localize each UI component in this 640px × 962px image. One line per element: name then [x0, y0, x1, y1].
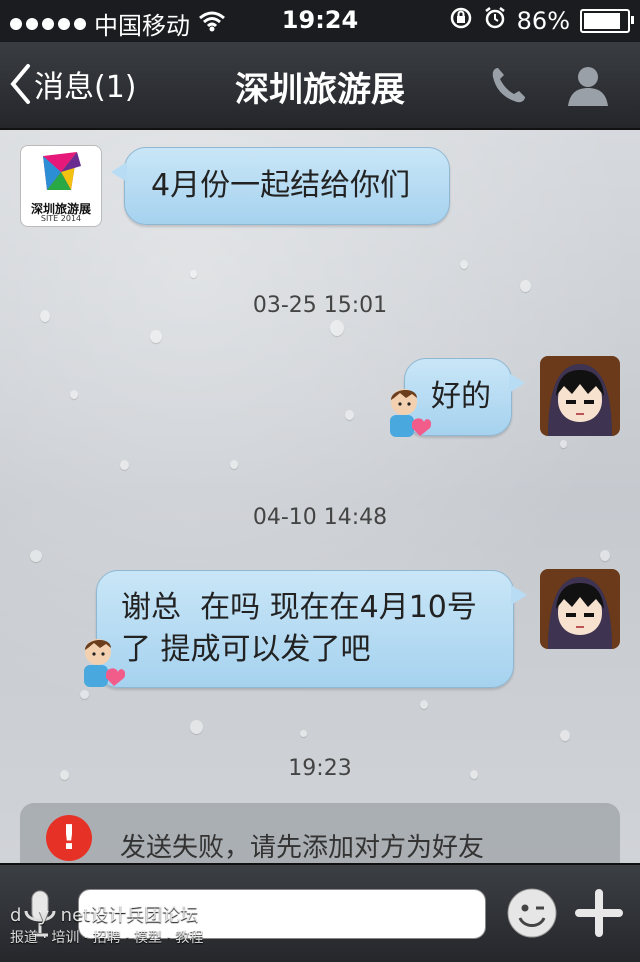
logo-icon: [43, 152, 81, 190]
phone-icon[interactable]: [488, 64, 528, 110]
back-button[interactable]: 消息(1): [8, 62, 137, 106]
battery-icon: [580, 9, 634, 33]
anime-avatar-icon: [540, 356, 620, 436]
status-right: 86%: [449, 6, 634, 36]
boy-sticker-icon: [382, 384, 432, 440]
timestamp: 03-25 15:01: [252, 293, 388, 318]
my-avatar[interactable]: [540, 356, 620, 436]
plus-icon[interactable]: [574, 887, 624, 943]
timestamp: 19:23: [288, 756, 352, 781]
boy-sticker-icon: [76, 634, 126, 690]
anime-avatar-icon: [540, 569, 620, 649]
watermark-line1: d y net设计兵团论坛: [10, 905, 199, 926]
message-text: 4月份一起结给你们: [151, 168, 411, 203]
chevron-left-icon: [8, 62, 32, 106]
send-failed-text: 发送失败，请先添加对方为好友: [120, 833, 485, 863]
chat-area[interactable]: 深圳旅游展 SITE 2014 4月份一起结给你们 03-25 15:01 好的: [0, 130, 640, 863]
back-label: 消息(1): [34, 70, 137, 105]
alarm-icon: [483, 6, 507, 36]
message-bubble-outgoing[interactable]: 谢总 在吗 现在在4月10号 了 提成可以发了吧: [96, 570, 527, 688]
contact-avatar-sub: SITE 2014: [40, 214, 82, 223]
send-failed-notice: ! 发送失败，请先添加对方为好友: [20, 803, 620, 863]
contact-avatar[interactable]: 深圳旅游展 SITE 2014: [20, 145, 102, 227]
message-text-line2: 了 提成可以发了吧: [121, 632, 371, 667]
rotation-lock-icon: [449, 6, 473, 36]
status-bar: 中国移动 19:24 86%: [0, 0, 640, 42]
message-text: 好的: [431, 379, 491, 414]
nav-bar: 消息(1) 深圳旅游展: [0, 42, 640, 130]
profile-icon[interactable]: [566, 64, 610, 110]
message-bubble-incoming[interactable]: 4月份一起结给你们: [111, 147, 450, 225]
watermark-line2: 报道 · 培训 · 招聘 · 模型 · 教程: [10, 930, 204, 946]
battery-percent: 86%: [516, 7, 570, 35]
timestamp: 04-10 14:48: [252, 505, 388, 530]
error-icon: !: [46, 815, 92, 861]
watermark: d y net设计兵团论坛 报道 · 培训 · 招聘 · 模型 · 教程: [10, 905, 203, 949]
my-avatar[interactable]: [540, 569, 620, 649]
emoji-icon[interactable]: [506, 887, 558, 943]
message-text-line1: 谢总 在吗 现在在4月10号: [121, 590, 477, 625]
